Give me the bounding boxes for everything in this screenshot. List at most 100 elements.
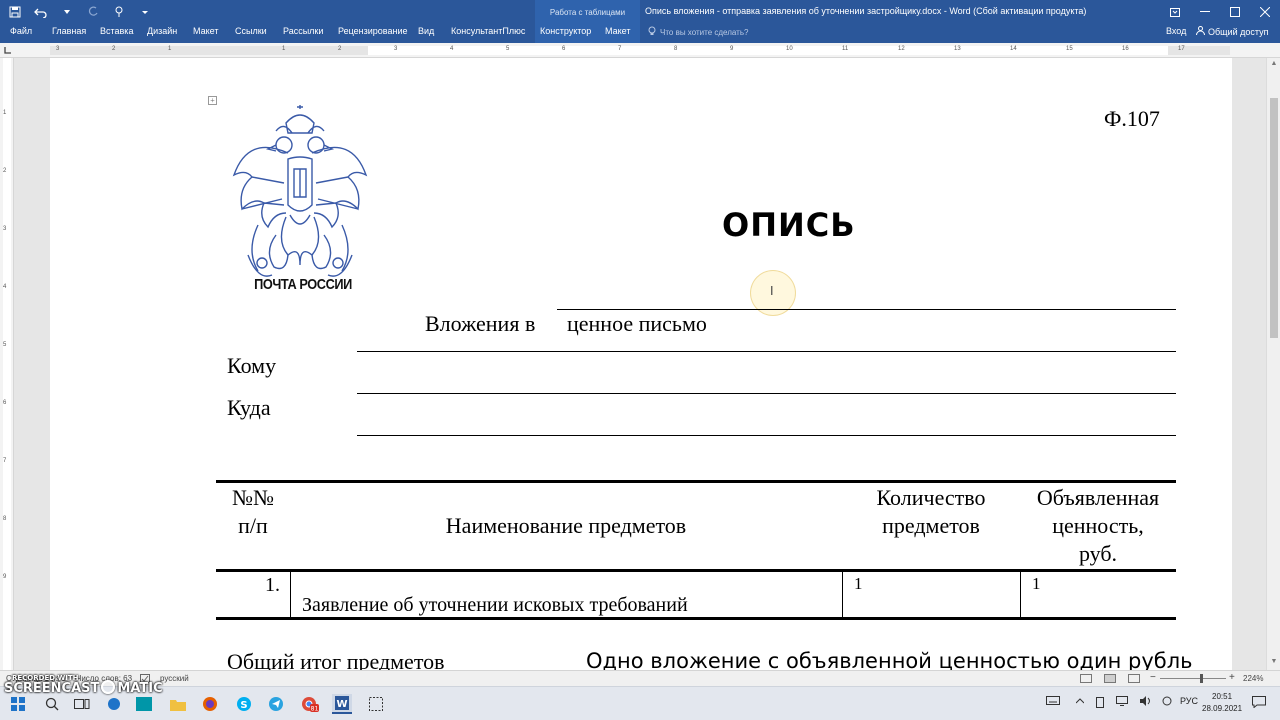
screencast-watermark: RECORDED WITH SCREENCAST MATIC (4, 674, 163, 696)
undo-dropdown-icon[interactable] (58, 3, 76, 21)
table-move-handle[interactable]: + (208, 96, 217, 105)
tab-home[interactable]: Главная (52, 26, 86, 36)
vertical-scrollbar[interactable]: ▲ ▼ (1266, 58, 1280, 670)
ruler-tick: 2 (338, 46, 342, 52)
to-underline (357, 393, 1176, 394)
undo-icon[interactable] (32, 3, 50, 21)
tab-view[interactable]: Вид (418, 26, 434, 36)
header-number: №№ п/п (232, 485, 274, 538)
keyboard-icon[interactable] (1046, 696, 1060, 707)
ruler-tick: 6 (3, 400, 7, 406)
web-layout-icon[interactable] (1128, 674, 1140, 683)
document-area[interactable]: + ПОЧТА РОССИИ Ф.107 ОПИСЬ I Вложения в … (14, 58, 1266, 670)
show-hidden-icons-icon[interactable] (1075, 696, 1085, 706)
zoom-in-icon[interactable]: + (1229, 672, 1235, 683)
clock-time: 20:51 (1212, 692, 1233, 701)
ruler-tick: 6 (562, 46, 566, 52)
close-icon[interactable] (1250, 0, 1280, 24)
tab-mailings[interactable]: Рассылки (283, 26, 323, 36)
battery-icon[interactable] (1096, 696, 1104, 710)
svg-text:S: S (240, 700, 247, 711)
ruler-tick: 8 (674, 46, 678, 52)
language-indicator[interactable]: русский (160, 674, 189, 683)
column-separator (1020, 572, 1021, 618)
search-icon[interactable] (42, 694, 62, 714)
row-item-name[interactable]: Заявление об уточнении исковых требовани… (302, 594, 688, 617)
tab-layout[interactable]: Макет (193, 26, 218, 36)
row-number[interactable]: 1. (216, 574, 280, 597)
scroll-down-icon[interactable]: ▼ (1270, 658, 1278, 666)
watermark-suffix: MATIC (117, 681, 163, 696)
app-icon[interactable] (134, 694, 154, 714)
tell-me-search[interactable]: Что вы хотите сделать? (648, 26, 748, 38)
vertical-ruler[interactable]: 1 2 3 4 5 6 7 8 9 (0, 58, 14, 670)
ruler-text-area (368, 46, 1168, 55)
tab-design[interactable]: Дизайн (147, 26, 177, 36)
ruler-tick: 1 (3, 110, 7, 116)
save-icon[interactable] (6, 3, 24, 21)
network-icon[interactable] (1116, 696, 1128, 708)
russian-post-eagle-logo (232, 105, 368, 277)
header-item-name: Наименование предметов (445, 513, 687, 538)
ruler-tick: 4 (450, 46, 454, 52)
header-quantity: Количество предметов (876, 485, 986, 538)
tab-file[interactable]: Файл (10, 26, 32, 36)
input-language[interactable]: РУС (1180, 696, 1198, 706)
row-quantity[interactable]: 1 (854, 574, 863, 594)
notifications-icon[interactable] (1252, 696, 1266, 710)
task-view-icon[interactable] (72, 694, 92, 714)
sign-in-link[interactable]: Вход (1166, 26, 1186, 36)
clock[interactable]: 20:51 28.09.2021 (1202, 691, 1242, 715)
print-layout-icon[interactable] (1104, 674, 1116, 683)
maximize-icon[interactable] (1220, 0, 1250, 24)
tab-consultantplus[interactable]: КонсультантПлюс (451, 26, 525, 36)
skype-icon[interactable]: S (234, 694, 254, 714)
read-mode-icon[interactable] (1080, 674, 1092, 683)
telegram-icon[interactable] (266, 694, 286, 714)
language-switch-icon[interactable] (1162, 696, 1172, 708)
volume-icon[interactable] (1140, 696, 1152, 708)
zoom-slider[interactable] (1160, 678, 1226, 679)
start-icon[interactable] (8, 694, 28, 714)
chrome-icon[interactable]: 81 (300, 694, 320, 714)
to-label: Кому (227, 353, 277, 378)
redo-icon[interactable] (84, 3, 102, 21)
firefox-icon[interactable] (200, 694, 220, 714)
cortana-icon[interactable] (104, 694, 124, 714)
row-declared-value[interactable]: 1 (1032, 574, 1041, 594)
ribbon-tabs: Файл Главная Вставка Дизайн Макет Ссылки… (0, 24, 1280, 43)
watermark-logo-icon (101, 680, 116, 694)
tab-insert[interactable]: Вставка (100, 26, 133, 36)
tab-references[interactable]: Ссылки (235, 26, 267, 36)
zoom-slider-thumb[interactable] (1200, 674, 1203, 683)
tab-table-design[interactable]: Конструктор (540, 26, 591, 36)
ruler-tick: 9 (730, 46, 734, 52)
tab-table-layout[interactable]: Макет (605, 26, 630, 36)
share-button[interactable]: Общий доступ (1196, 26, 1268, 37)
tab-selector-icon[interactable] (3, 45, 13, 55)
windows-taskbar: S 81 W РУС 20:51 28.09.2021 (0, 686, 1280, 720)
zoom-out-icon[interactable]: − (1150, 672, 1156, 683)
zoom-level[interactable]: 224% (1243, 674, 1263, 683)
word-icon[interactable]: W (332, 694, 352, 714)
ruler-tick: 16 (1122, 46, 1129, 52)
ruler-tick: 7 (618, 46, 622, 52)
scroll-up-icon[interactable]: ▲ (1270, 60, 1278, 68)
ruler-tick: 5 (3, 342, 7, 348)
ruler-tick: 14 (1010, 46, 1017, 52)
customize-qat-icon[interactable] (136, 3, 154, 21)
total-label: Общий итог предметов (227, 649, 445, 670)
column-separator (842, 572, 843, 618)
snipping-icon[interactable] (366, 694, 386, 714)
document-page[interactable]: + ПОЧТА РОССИИ Ф.107 ОПИСЬ I Вложения в … (50, 58, 1232, 670)
ribbon-display-options-icon[interactable] (1160, 0, 1190, 24)
file-explorer-icon[interactable] (168, 694, 188, 714)
minimize-icon[interactable] (1190, 0, 1220, 24)
tab-review[interactable]: Рецензирование (338, 26, 408, 36)
horizontal-ruler[interactable]: 3 2 1 1 2 3 4 5 6 7 8 9 10 11 12 13 14 1… (0, 43, 1280, 58)
document-heading: ОПИСЬ (722, 206, 856, 244)
attachment-value[interactable]: ценное письмо (567, 311, 707, 337)
total-value[interactable]: Одно вложение с объявленной ценностью од… (586, 649, 1193, 670)
scroll-thumb[interactable] (1270, 98, 1278, 338)
touch-mode-icon[interactable] (110, 3, 128, 21)
